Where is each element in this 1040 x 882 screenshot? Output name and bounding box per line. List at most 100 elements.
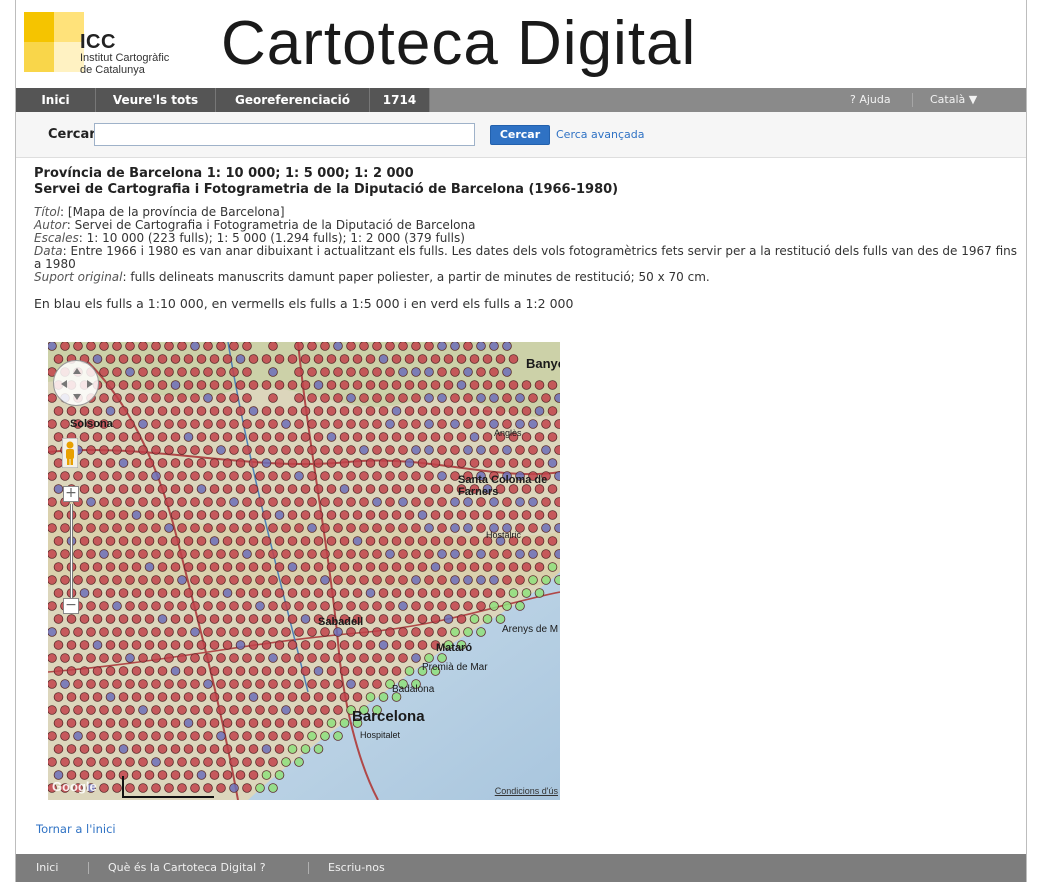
map-sheet-marker[interactable] <box>378 484 389 494</box>
map-sheet-marker[interactable] <box>242 549 252 559</box>
map-sheet-marker[interactable] <box>333 549 343 559</box>
map-sheet-marker[interactable] <box>300 614 311 624</box>
map-sheet-marker[interactable] <box>365 614 376 624</box>
map-sheet-marker[interactable] <box>105 484 116 494</box>
map-sheet-marker[interactable] <box>261 744 272 754</box>
map-sheet-marker[interactable] <box>138 731 148 741</box>
map-sheet-marker[interactable] <box>131 484 142 494</box>
map-sheet-marker[interactable] <box>112 627 122 637</box>
map-sheet-marker[interactable] <box>183 536 194 546</box>
map-sheet-marker[interactable] <box>131 562 142 572</box>
map-sheet-marker[interactable] <box>53 692 64 702</box>
map-sheet-marker[interactable] <box>255 627 265 637</box>
map-sheet-marker[interactable] <box>385 445 395 455</box>
map-sheet-marker[interactable] <box>53 536 64 546</box>
map-sheet-marker[interactable] <box>476 445 486 455</box>
map-sheet-marker[interactable] <box>229 342 239 351</box>
map-sheet-marker[interactable] <box>274 458 285 468</box>
map-sheet-marker[interactable] <box>60 419 70 429</box>
map-sheet-marker[interactable] <box>287 536 298 546</box>
map-sheet-marker[interactable] <box>261 562 272 572</box>
map-sheet-marker[interactable] <box>547 432 558 442</box>
map-sheet-marker[interactable] <box>437 523 447 533</box>
map-sheet-marker[interactable] <box>105 536 116 546</box>
map-sheet-marker[interactable] <box>365 484 376 494</box>
map-sheet-marker[interactable] <box>235 562 246 572</box>
map-sheet-marker[interactable] <box>430 406 441 416</box>
map-sheet-marker[interactable] <box>307 731 317 741</box>
map-sheet-marker[interactable] <box>365 640 376 650</box>
map-sheet-marker[interactable] <box>274 354 285 364</box>
map-sheet-marker[interactable] <box>463 367 473 377</box>
map-sheet-marker[interactable] <box>242 497 252 507</box>
map-sheet-marker[interactable] <box>157 692 168 702</box>
map-sheet-marker[interactable] <box>437 471 447 481</box>
map-sheet-marker[interactable] <box>86 471 96 481</box>
map-sheet-marker[interactable] <box>456 588 467 598</box>
map-sheet-marker[interactable] <box>177 731 187 741</box>
map-sheet-marker[interactable] <box>521 536 532 546</box>
map-sheet-marker[interactable] <box>157 484 168 494</box>
map-sheet-marker[interactable] <box>463 342 473 351</box>
map-sheet-marker[interactable] <box>164 523 174 533</box>
map-sheet-marker[interactable] <box>528 393 538 403</box>
map-sheet-marker[interactable] <box>294 679 304 689</box>
map-sheet-marker[interactable] <box>521 458 532 468</box>
map-sheet-marker[interactable] <box>203 575 213 585</box>
map-sheet-marker[interactable] <box>235 354 246 364</box>
map-sheet-marker[interactable] <box>274 432 285 442</box>
map-sheet-marker[interactable] <box>242 705 252 715</box>
zoom-in-button[interactable]: + <box>63 486 79 502</box>
map-sheet-marker[interactable] <box>313 510 324 520</box>
map-sheet-marker[interactable] <box>307 497 317 507</box>
map-sheet-marker[interactable] <box>125 419 135 429</box>
map-sheet-marker[interactable] <box>430 458 441 468</box>
map-sheet-marker[interactable] <box>339 484 350 494</box>
map-sheet-marker[interactable] <box>235 614 246 624</box>
map-sheet-marker[interactable] <box>138 705 148 715</box>
map-sheet-marker[interactable] <box>300 640 311 650</box>
map-sheet-marker[interactable] <box>313 406 324 416</box>
map-sheet-marker[interactable] <box>92 536 103 546</box>
map-sheet-marker[interactable] <box>66 640 77 650</box>
map-sheet-marker[interactable] <box>476 523 486 533</box>
map-sheet-marker[interactable] <box>378 458 389 468</box>
map-sheet-marker[interactable] <box>320 575 330 585</box>
map-sheet-marker[interactable] <box>482 458 493 468</box>
map-sheet-marker[interactable] <box>229 757 239 767</box>
map-sheet-marker[interactable] <box>489 367 499 377</box>
map-sheet-marker[interactable] <box>326 458 337 468</box>
map-sheet-marker[interactable] <box>352 588 363 598</box>
map-sheet-marker[interactable] <box>164 393 174 403</box>
map-sheet-marker[interactable] <box>235 666 246 676</box>
map-sheet-marker[interactable] <box>177 627 187 637</box>
map-sheet-marker[interactable] <box>541 393 551 403</box>
map-sheet-marker[interactable] <box>203 393 213 403</box>
map-sheet-marker[interactable] <box>274 484 285 494</box>
map-sheet-marker[interactable] <box>294 393 304 403</box>
map-sheet-marker[interactable] <box>385 393 395 403</box>
map-sheet-marker[interactable] <box>255 653 265 663</box>
map-sheet-marker[interactable] <box>294 575 304 585</box>
map-sheet-marker[interactable] <box>398 601 408 611</box>
map-sheet-marker[interactable] <box>333 367 343 377</box>
map-sheet-marker[interactable] <box>404 406 415 416</box>
map-sheet-marker[interactable] <box>255 575 265 585</box>
map-sheet-marker[interactable] <box>99 627 109 637</box>
map-sheet-marker[interactable] <box>287 614 298 624</box>
map-sheet-marker[interactable] <box>495 380 506 390</box>
map-sheet-marker[interactable] <box>125 679 135 689</box>
map-sheet-marker[interactable] <box>456 536 467 546</box>
map-sheet-marker[interactable] <box>203 419 213 429</box>
map-sheet-marker[interactable] <box>482 562 493 572</box>
map-sheet-marker[interactable] <box>248 432 259 442</box>
map-sheet-marker[interactable] <box>528 523 538 533</box>
map-sheet-marker[interactable] <box>203 497 213 507</box>
map-sheet-marker[interactable] <box>79 458 90 468</box>
map-sheet-marker[interactable] <box>534 510 545 520</box>
map-sheet-marker[interactable] <box>554 523 560 533</box>
map-sheet-marker[interactable] <box>164 731 174 741</box>
map-sheet-marker[interactable] <box>365 666 376 676</box>
map-sheet-marker[interactable] <box>372 653 382 663</box>
map-sheet-marker[interactable] <box>48 757 57 767</box>
